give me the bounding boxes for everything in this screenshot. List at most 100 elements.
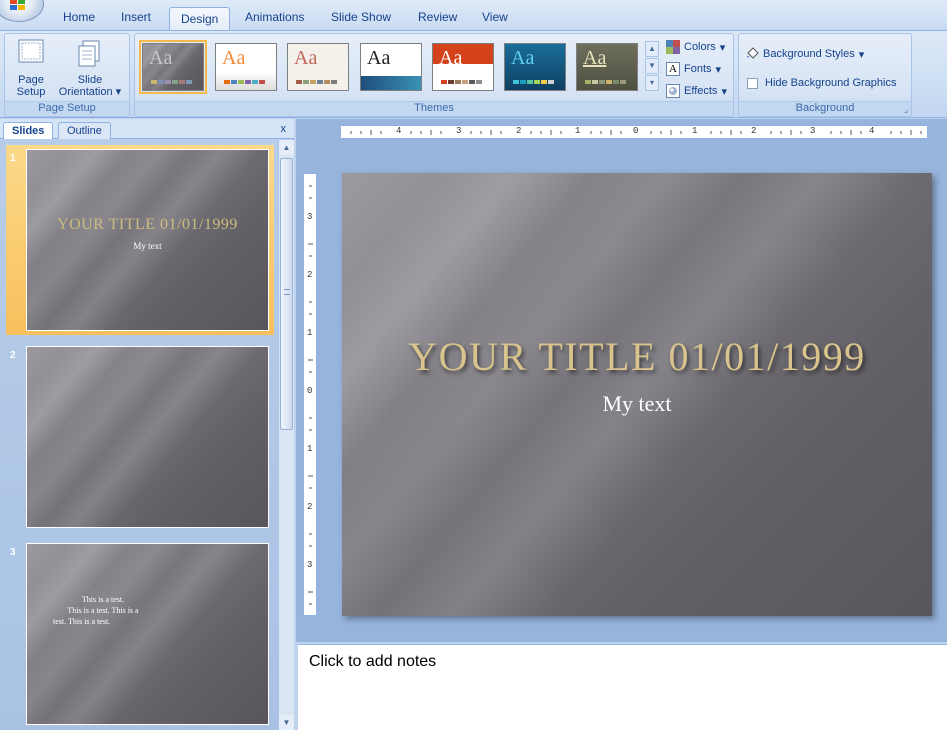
slide-thumbnail-2[interactable]: 2 <box>6 342 274 532</box>
scroll-down-icon[interactable]: ▼ <box>279 715 294 730</box>
tab-view[interactable]: View <box>482 10 508 24</box>
colors-label: Colors <box>684 41 716 53</box>
theme-colors-button[interactable]: Colors ▾ <box>666 40 725 54</box>
theme-swatches <box>585 80 626 84</box>
effects-icon <box>666 84 680 98</box>
office-logo-icon <box>10 0 26 10</box>
tab-review[interactable]: Review <box>418 10 457 24</box>
ruler-label: 3 <box>307 560 313 570</box>
hide-background-graphics-toggle[interactable]: Hide Background Graphics <box>747 77 896 89</box>
theme-thumb-origin[interactable]: Aa <box>576 43 638 91</box>
dialog-launcher-icon[interactable]: ⌟ <box>904 105 908 114</box>
scroll-down-icon[interactable]: ▼ <box>645 58 659 74</box>
tab-animations[interactable]: Animations <box>245 10 304 24</box>
ruler-label: 1 <box>692 126 698 136</box>
ruler-label: 0 <box>633 126 639 136</box>
notes-placeholder[interactable]: Click to add notes <box>309 653 436 671</box>
slide-title[interactable]: YOUR TITLE 01/01/1999 <box>342 333 932 380</box>
slide-number: 1 <box>10 153 16 164</box>
chevron-down-icon: ▾ <box>715 63 722 76</box>
ribbon-tab-bar: Home Insert Design Animations Slide Show… <box>0 0 947 31</box>
page-setup-button[interactable]: Page Setup <box>11 38 51 98</box>
slide-preview <box>26 346 269 528</box>
slide-subtitle[interactable]: My text <box>342 391 932 417</box>
current-slide-canvas[interactable]: YOUR TITLE 01/01/1999 My text <box>342 173 932 616</box>
ruler-label: 2 <box>751 126 757 136</box>
background-styles-label: Background Styles <box>763 48 855 60</box>
page-setup-label-2: Setup <box>16 86 46 98</box>
slide-orientation-button[interactable]: Slide Orientation ▾ <box>55 38 125 98</box>
theme-fonts-button[interactable]: A Fonts ▾ <box>666 62 721 76</box>
theme-swatches <box>224 80 265 84</box>
pane-tabs: Slides Outline x <box>0 119 294 139</box>
theme-sample-text: Aa <box>149 47 173 69</box>
theme-thumb-office-orange[interactable]: Aa <box>215 43 277 91</box>
scroll-up-icon[interactable]: ▲ <box>645 41 659 57</box>
themes-group: Aa Aa Aa Aa Aa Aa Aa ▲ ▼ ▾ Colors ▾ A Fo… <box>134 33 734 117</box>
slide-body-line: test. This is a test. <box>53 617 111 626</box>
office-button[interactable] <box>0 0 44 22</box>
chevron-down-icon: ▾ <box>858 48 865 61</box>
scroll-up-icon[interactable]: ▲ <box>279 140 294 155</box>
tab-outline[interactable]: Outline <box>58 122 111 139</box>
notes-pane[interactable]: Click to add notes <box>298 644 947 730</box>
background-group-label: Background <box>739 101 911 115</box>
fonts-label: Fonts <box>684 63 712 75</box>
theme-swatches <box>513 80 554 84</box>
tab-home[interactable]: Home <box>63 10 95 24</box>
theme-sample-text: Aa <box>222 47 246 69</box>
tab-slides[interactable]: Slides <box>3 122 54 139</box>
background-styles-button[interactable]: Background Styles ▾ <box>745 47 864 61</box>
paint-bucket-icon <box>745 47 759 61</box>
ruler-label: 3 <box>456 126 462 136</box>
more-themes-icon[interactable]: ▾ <box>645 75 659 91</box>
theme-sample-text: Aa <box>294 47 318 69</box>
theme-sample-text: Aa <box>367 47 391 69</box>
slides-pane-scrollbar[interactable]: ▲ ▼ <box>278 140 294 730</box>
ribbon: Page Setup Slide Orientation ▾ Page Setu… <box>0 30 947 118</box>
ruler-label: 4 <box>396 126 402 136</box>
close-icon[interactable]: x <box>281 123 287 135</box>
ruler-label: 3 <box>810 126 816 136</box>
theme-thumb-paper[interactable]: Aa <box>287 43 349 91</box>
slides-pane: Slides Outline x 1 YOUR TITLE 01/01/1999… <box>0 119 294 730</box>
slide-orientation-icon <box>75 38 105 68</box>
slide-body-line: This is a test. This is a <box>67 606 139 615</box>
theme-thumb-flow[interactable]: Aa <box>432 43 494 91</box>
slide-thumbnail-3[interactable]: 3 This is a test. This is a test. This i… <box>6 539 274 729</box>
grip-icon <box>284 289 290 295</box>
ruler-label: 1 <box>307 444 313 454</box>
page-setup-icon <box>16 38 46 68</box>
colors-icon <box>666 40 680 54</box>
ruler-label: 2 <box>307 270 313 280</box>
scrollbar-thumb[interactable] <box>280 158 293 430</box>
ruler-label: 0 <box>307 386 313 396</box>
theme-thumb-civic[interactable]: Aa <box>360 43 422 91</box>
theme-thumb-current[interactable]: Aa <box>139 40 207 94</box>
tab-slide-show[interactable]: Slide Show <box>331 10 391 24</box>
page-setup-group: Page Setup Slide Orientation ▾ Page Setu… <box>4 33 130 117</box>
fonts-icon: A <box>666 62 680 76</box>
checkbox[interactable] <box>747 77 758 89</box>
chevron-down-icon: ▾ <box>115 86 122 98</box>
slide-preview: This is a test. This is a test. This is … <box>26 543 269 725</box>
theme-sample-text: Aa <box>583 47 607 69</box>
effects-label: Effects <box>684 85 718 97</box>
tab-design[interactable]: Design <box>169 7 231 31</box>
slide-thumbnail-1[interactable]: 1 YOUR TITLE 01/01/1999 My text <box>6 145 274 335</box>
page-setup-label-1: Page <box>18 74 44 86</box>
slide-orientation-label-1: Slide <box>77 74 103 86</box>
slide-subtitle: My text <box>133 241 162 251</box>
theme-sample-text: Aa <box>511 47 535 69</box>
tab-insert[interactable]: Insert <box>121 10 151 24</box>
slide-title: YOUR TITLE 01/01/1999 <box>57 216 238 233</box>
theme-thumb-oriel[interactable]: Aa <box>504 43 566 91</box>
theme-swatches <box>296 80 337 84</box>
theme-effects-button[interactable]: Effects ▾ <box>666 84 727 98</box>
theme-swatches <box>441 80 482 84</box>
slide-preview: YOUR TITLE 01/01/1999 My text <box>26 149 269 331</box>
vertical-ruler: 3 2 1 0 1 2 3 <box>303 173 317 616</box>
chevron-down-icon: ▾ <box>721 85 727 98</box>
theme-sample-text: Aa <box>439 47 463 69</box>
ruler-label: 4 <box>869 126 875 136</box>
